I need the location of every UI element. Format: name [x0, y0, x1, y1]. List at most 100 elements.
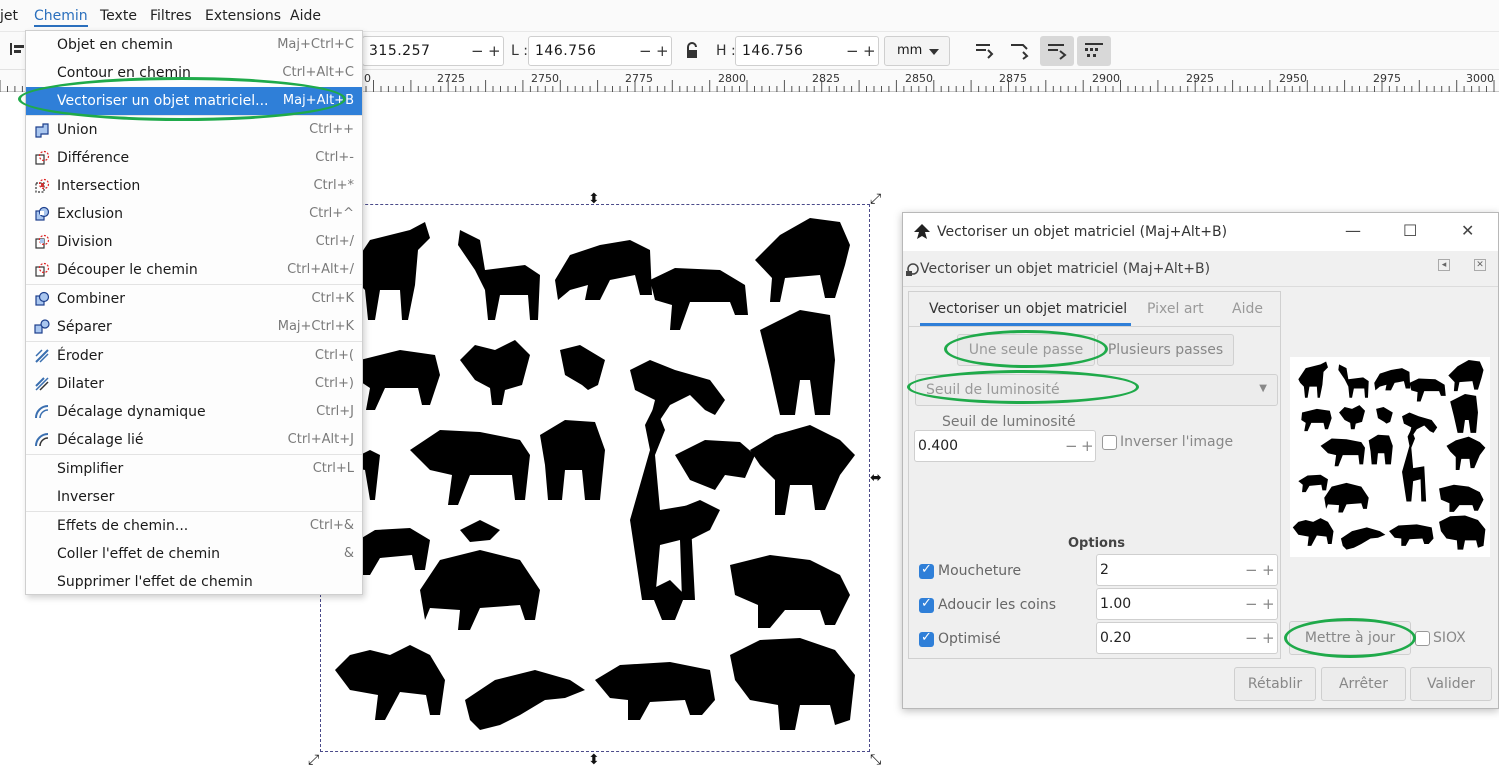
x-value: 315.257: [369, 43, 431, 59]
menu-texte[interactable]: Texte: [100, 8, 137, 24]
menu-item[interactable]: Division Ctrl+/: [26, 228, 362, 256]
menu-chemin[interactable]: Chemin: [34, 8, 88, 27]
unit-value: mm: [897, 43, 923, 58]
ruler-label: 2875: [999, 72, 1027, 85]
align-icon[interactable]: [8, 40, 26, 66]
menu-item[interactable]: Objet en chemin Maj+Ctrl+C: [26, 31, 362, 59]
menu-item[interactable]: Coller l'effet de chemin &: [26, 540, 362, 568]
options-heading: Options: [1068, 536, 1125, 551]
ruler-label: 2900: [1092, 72, 1120, 85]
smooth-corners-field[interactable]: 1.00 − +: [1096, 588, 1278, 620]
reset-label: Rétablir: [1247, 676, 1303, 692]
menu-item[interactable]: Supprimer l'effet de chemin: [26, 568, 362, 596]
menu-item-shortcut: Ctrl+Alt+/: [287, 262, 354, 277]
unit-select[interactable]: mm: [884, 36, 950, 66]
transform-patterns-icon[interactable]: [1077, 36, 1111, 66]
menu-item[interactable]: Décalage dynamique Ctrl+J: [26, 398, 362, 426]
tab-trace-bitmap[interactable]: Vectoriser un objet matriciel: [929, 301, 1127, 317]
ruler-label: 2925: [1186, 72, 1214, 85]
speckles-decrement[interactable]: −: [1245, 561, 1258, 579]
ruler-label: 2725: [437, 72, 465, 85]
menu-item[interactable]: Décalage lié Ctrl+Alt+J: [26, 426, 362, 454]
scale-handle-top-right[interactable]: ⤢: [870, 192, 881, 206]
menu-item[interactable]: Union Ctrl++: [26, 116, 362, 144]
maximize-icon[interactable]: ☐: [1403, 221, 1417, 240]
menu-item[interactable]: Séparer Maj+Ctrl+K: [26, 313, 362, 341]
menu-filtres[interactable]: Filtres: [150, 8, 192, 24]
menu-item[interactable]: Différence Ctrl+-: [26, 144, 362, 172]
optimize-checkbox[interactable]: [919, 630, 934, 647]
single-pass-button[interactable]: Une seule passe: [957, 334, 1095, 366]
ok-button[interactable]: Valider: [1410, 667, 1492, 701]
menu-item-shortcut: Ctrl+&: [309, 518, 354, 533]
menu-item[interactable]: Intersection Ctrl+*: [26, 172, 362, 200]
threshold-increment[interactable]: +: [1081, 437, 1094, 455]
menu-item[interactable]: Effets de chemin... Ctrl+&: [26, 512, 362, 540]
scale-handle-bottom-right[interactable]: ⤡: [870, 753, 881, 767]
menu-item[interactable]: Combiner Ctrl+K: [26, 285, 362, 313]
menu-item[interactable]: Dilater Ctrl+): [26, 370, 362, 398]
speckles-checkbox[interactable]: [919, 562, 934, 579]
smooth-corners-increment[interactable]: +: [1262, 595, 1275, 613]
transform-corners-icon[interactable]: [1005, 38, 1033, 64]
transform-gradients-icon[interactable]: [1040, 36, 1074, 66]
x-decrement[interactable]: −: [471, 42, 484, 60]
height-decrement[interactable]: −: [846, 42, 859, 60]
menu-extensions[interactable]: Extensions: [205, 8, 281, 24]
scale-handle-top[interactable]: ⬍: [588, 192, 600, 206]
scale-handle-bottom-left[interactable]: ⤢: [308, 753, 319, 767]
chevron-down-icon: ▼: [1259, 383, 1267, 394]
speckles-field[interactable]: 2 − +: [1096, 554, 1278, 586]
dock-close-icon[interactable]: ✕: [1474, 259, 1486, 271]
smooth-corners-label: Adoucir les coins: [938, 597, 1057, 613]
tab-pixel-art[interactable]: Pixel art: [1147, 301, 1204, 317]
update-preview-button[interactable]: Mettre à jour: [1289, 621, 1411, 655]
trace-bitmap-dialog: Vectoriser un objet matriciel (Maj+Alt+B…: [902, 212, 1499, 709]
optimize-label: Optimisé: [938, 631, 1001, 647]
width-decrement[interactable]: −: [639, 42, 652, 60]
tab-help[interactable]: Aide: [1232, 301, 1263, 317]
speckles-increment[interactable]: +: [1262, 561, 1275, 579]
minimize-icon[interactable]: —: [1345, 221, 1361, 240]
ruler-label: 2975: [1373, 72, 1401, 85]
menu-item[interactable]: Inverser: [26, 483, 362, 511]
animal-silhouettes-bitmap[interactable]: [330, 210, 865, 750]
stop-button[interactable]: Arrêter: [1321, 667, 1406, 701]
menu-objet[interactable]: jet: [0, 8, 18, 24]
ruler-label: 2775: [625, 72, 653, 85]
transform-stroke-icon[interactable]: [970, 38, 998, 64]
scale-handle-right[interactable]: ⬌: [870, 471, 882, 485]
height-value: 146.756: [742, 43, 804, 59]
menu-item[interactable]: Éroder Ctrl+(: [26, 342, 362, 370]
optimize-increment[interactable]: +: [1262, 629, 1275, 647]
optimize-field[interactable]: 0.20 − +: [1096, 622, 1278, 654]
chemin-menu: Objet en chemin Maj+Ctrl+C Contour en chem…: [25, 30, 363, 595]
smooth-corners-checkbox[interactable]: [919, 596, 934, 613]
dock-arrow-icon[interactable]: ◂: [1438, 259, 1450, 271]
menu-item[interactable]: Contour en chemin Ctrl+Alt+C: [26, 59, 362, 87]
siox-checkbox[interactable]: [1415, 631, 1430, 646]
menu-item-label: Exclusion: [57, 206, 123, 222]
width-increment[interactable]: +: [656, 42, 669, 60]
width-field[interactable]: 146.756 − +: [528, 36, 672, 66]
reset-button[interactable]: Rétablir: [1234, 667, 1316, 701]
height-increment[interactable]: +: [863, 42, 876, 60]
menu-item[interactable]: Découper le chemin Ctrl+Alt+/: [26, 256, 362, 284]
height-field[interactable]: 146.756 − +: [735, 36, 879, 66]
close-icon[interactable]: ✕: [1461, 221, 1474, 240]
threshold-field[interactable]: 0.400 − +: [914, 430, 1096, 462]
x-increment[interactable]: +: [488, 42, 501, 60]
invert-image-checkbox[interactable]: [1102, 435, 1117, 450]
x-field[interactable]: 315.257 − +: [362, 36, 504, 66]
smooth-corners-decrement[interactable]: −: [1245, 595, 1258, 613]
menu-item[interactable]: Simplifier Ctrl+L: [26, 455, 362, 483]
scale-handle-bottom[interactable]: ⬍: [588, 753, 600, 767]
optimize-decrement[interactable]: −: [1245, 629, 1258, 647]
menu-item[interactable]: Exclusion Ctrl+^: [26, 200, 362, 228]
detection-mode-select[interactable]: Seuil de luminosité ▼: [915, 374, 1278, 406]
menu-aide[interactable]: Aide: [290, 8, 321, 24]
multi-pass-button[interactable]: Plusieurs passes: [1097, 334, 1234, 366]
threshold-decrement[interactable]: −: [1065, 437, 1078, 455]
menu-item[interactable]: Vectoriser un objet matriciel... Maj+Alt+…: [26, 87, 362, 115]
lock-icon[interactable]: [684, 42, 702, 68]
